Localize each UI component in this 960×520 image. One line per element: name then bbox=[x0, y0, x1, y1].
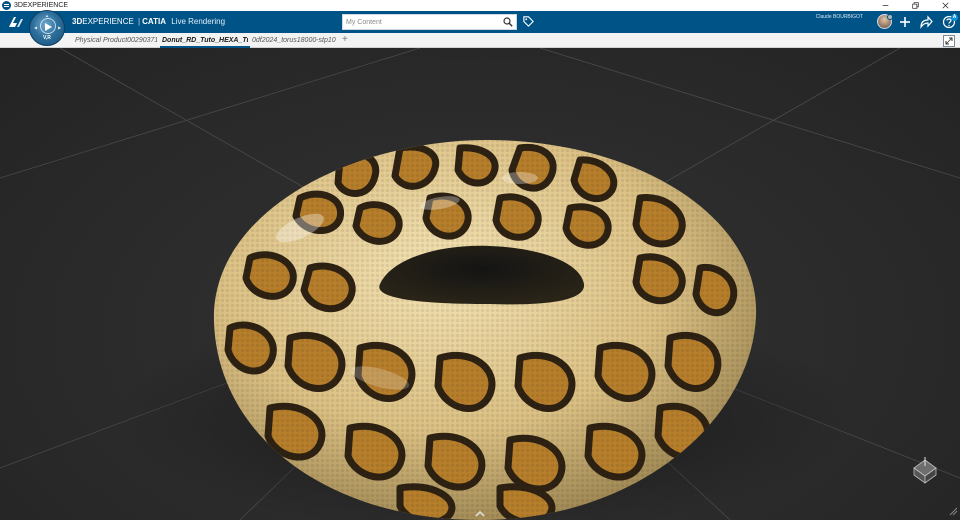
compass-east-icon: ▶ bbox=[58, 25, 62, 30]
search-box bbox=[342, 14, 517, 30]
tab-bar: Physical Product00290371 Donut_RD_Tuto_H… bbox=[0, 33, 960, 48]
user-name[interactable]: Claude BOURBIGOT bbox=[816, 14, 863, 20]
resize-grip-icon[interactable] bbox=[948, 506, 958, 516]
app-logo-icon bbox=[2, 1, 11, 10]
compass-label: V,R bbox=[43, 35, 51, 41]
brand-app-name: Live Rendering bbox=[171, 17, 226, 26]
window-controls bbox=[870, 0, 960, 11]
compass-button[interactable]: ▲ ◀ ▶ V,R bbox=[29, 10, 65, 46]
close-icon bbox=[941, 2, 949, 9]
brand-experience: EXPERIENCE bbox=[82, 17, 134, 26]
minimize-icon bbox=[882, 5, 888, 6]
os-title-bar: 3DEXPERIENCE bbox=[0, 0, 960, 11]
play-icon bbox=[45, 23, 52, 31]
share-icon bbox=[920, 15, 933, 29]
tab-physical-product[interactable]: Physical Product00290371 bbox=[75, 36, 157, 46]
avatar-status-badge bbox=[887, 14, 893, 20]
restore-icon bbox=[911, 2, 919, 9]
add-button[interactable] bbox=[897, 14, 913, 30]
tab-torus[interactable]: 0df2024_torus18000-stp10 bbox=[252, 36, 338, 46]
brand-product: CATIA bbox=[142, 17, 166, 26]
compass-west-icon: ◀ bbox=[34, 25, 38, 30]
app-header: ▲ ◀ ▶ V,R 3DEXPERIENCE | CATIA Live Rende… bbox=[0, 10, 960, 46]
app-window: 3DEXPERIENCE ▲ ◀ ▶ V,R 3DEXPERIENCE | CA… bbox=[0, 0, 960, 520]
minimize-button[interactable] bbox=[870, 0, 900, 11]
3d-scene bbox=[0, 48, 960, 520]
plus-icon bbox=[900, 17, 910, 27]
window-title: 3DEXPERIENCE bbox=[14, 2, 69, 9]
add-tab-button[interactable]: + bbox=[342, 34, 348, 45]
3d-viewport[interactable] bbox=[0, 48, 960, 520]
dassault-logo-icon[interactable] bbox=[7, 14, 25, 30]
fullscreen-icon bbox=[945, 37, 953, 45]
search-icon[interactable] bbox=[503, 17, 513, 27]
tag-icon[interactable] bbox=[522, 15, 535, 28]
view-cube-icon[interactable] bbox=[910, 456, 940, 486]
help-badge: A bbox=[951, 14, 958, 21]
app-brand: 3DEXPERIENCE | CATIA Live Rendering bbox=[72, 17, 225, 26]
action-bar-expand-icon[interactable] bbox=[474, 508, 486, 520]
share-button[interactable] bbox=[918, 14, 934, 30]
search-input[interactable] bbox=[346, 16, 496, 28]
brand-separator: | bbox=[138, 17, 141, 26]
tab-donut-rd-tuto[interactable]: Donut_RD_Tuto_HEXA_Tur bbox=[162, 36, 248, 46]
restore-button[interactable] bbox=[900, 0, 930, 11]
brand-3d: 3D bbox=[72, 17, 83, 26]
close-button[interactable] bbox=[930, 0, 960, 11]
fullscreen-button[interactable] bbox=[943, 35, 955, 47]
